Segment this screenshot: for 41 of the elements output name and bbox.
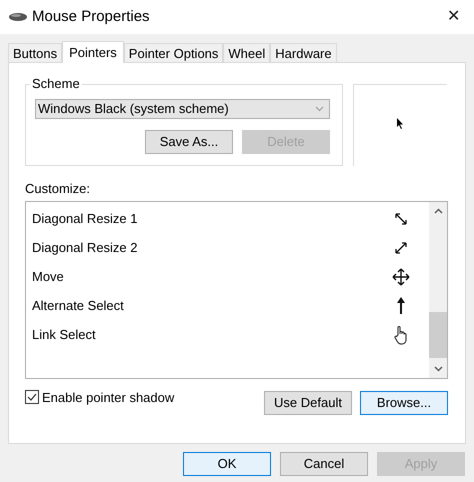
customize-label: Customize: bbox=[25, 180, 92, 198]
checkbox-label: Enable pointer shadow bbox=[42, 388, 174, 407]
chevron-down-icon bbox=[315, 106, 324, 112]
tab[interactable]: Pointer Options bbox=[124, 43, 224, 62]
cursor-list-item[interactable]: Alternate Select bbox=[26, 292, 429, 320]
item-label: Move bbox=[32, 268, 65, 286]
scheme-button[interactable]: Save As... bbox=[145, 130, 233, 154]
diagonal-resize-icon bbox=[394, 241, 408, 255]
pointer-button[interactable]: Browse... bbox=[360, 390, 448, 414]
up-arrow-icon bbox=[396, 297, 406, 315]
check-icon bbox=[27, 393, 37, 402]
close-button[interactable]: ✕ bbox=[447, 5, 460, 29]
dropdown-value: Windows Black (system scheme) bbox=[37, 100, 230, 118]
scroll-thumb[interactable] bbox=[429, 312, 447, 358]
shadow-checkbox[interactable]: Enable pointer shadow bbox=[25, 388, 174, 407]
window-title: Mouse Properties bbox=[32, 6, 150, 27]
tab[interactable]: Hardware bbox=[270, 43, 337, 62]
scroll-up-icon[interactable] bbox=[434, 208, 442, 214]
hand-pointer-icon bbox=[393, 325, 409, 345]
mouse-icon bbox=[8, 12, 28, 22]
scheme-dropdown[interactable]: Windows Black (system scheme) bbox=[35, 99, 330, 119]
cursor-list-item[interactable]: Diagonal Resize 2 bbox=[26, 234, 429, 262]
item-label: Diagonal Resize 2 bbox=[32, 239, 139, 258]
cursor-list-item[interactable]: Diagonal Resize 1 bbox=[26, 204, 429, 234]
cursor-list-item[interactable]: Move bbox=[26, 262, 429, 292]
dialog-button[interactable]: Cancel bbox=[280, 452, 368, 476]
item-label: Diagonal Resize 1 bbox=[32, 210, 139, 228]
dialog-button[interactable]: OK bbox=[183, 452, 271, 476]
checkbox[interactable] bbox=[25, 390, 39, 404]
scroll-down-icon[interactable] bbox=[434, 366, 442, 372]
tab[interactable]: Pointers bbox=[62, 41, 124, 63]
item-label: Link Select bbox=[32, 326, 97, 344]
diagonal-resize-icon bbox=[394, 212, 408, 226]
tab[interactable]: Buttons bbox=[8, 43, 62, 62]
arrow-cursor-icon bbox=[397, 118, 404, 129]
item-label: Alternate Select bbox=[32, 297, 125, 316]
cursor-list-item[interactable]: Link Select bbox=[26, 320, 429, 350]
tab[interactable]: Wheel bbox=[223, 43, 270, 62]
move-arrows-icon bbox=[392, 268, 410, 286]
scrollbar[interactable] bbox=[429, 202, 447, 378]
pointer-button[interactable]: Use Default bbox=[264, 390, 352, 414]
